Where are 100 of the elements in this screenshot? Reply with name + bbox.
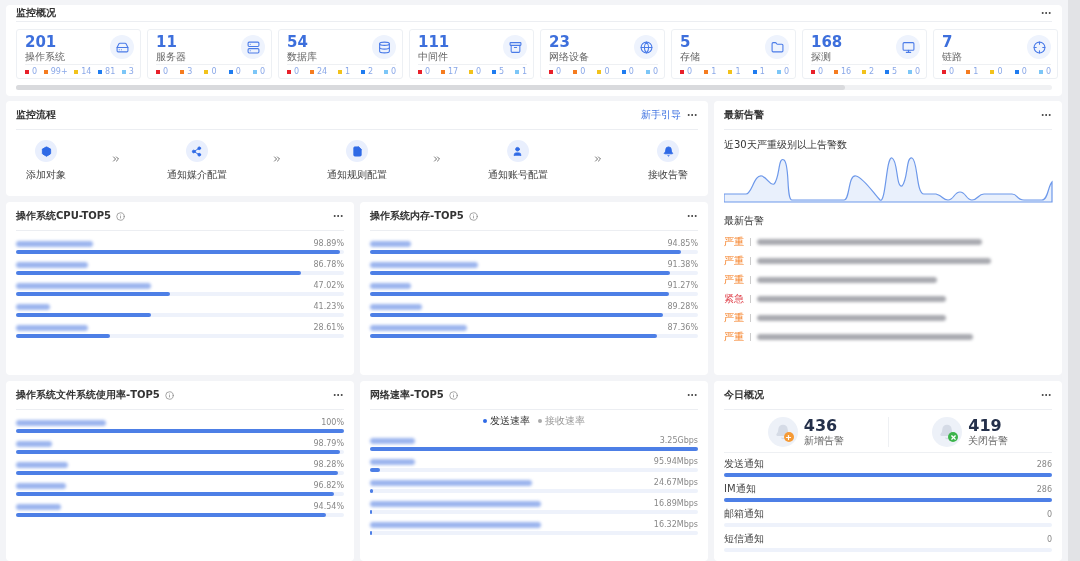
severity-label: 严重: [724, 272, 744, 287]
row-label: 短信通知: [724, 532, 764, 546]
severity-count: 5: [884, 67, 898, 76]
severity-count: 0: [1014, 67, 1027, 76]
bar-value: 87.36%: [667, 323, 698, 332]
category-icon: [241, 35, 265, 59]
severity-count: 0: [383, 67, 396, 76]
severity-count: 0: [228, 67, 241, 76]
step-icon[interactable]: [506, 140, 529, 162]
redacted-text: [16, 303, 50, 310]
severity-count: 1: [728, 67, 741, 76]
severity-count: 99+: [43, 67, 68, 76]
panel-title: 今日概况: [724, 388, 764, 402]
metric-card[interactable]: 168 探测 0 16 2 5 0: [802, 29, 927, 79]
metric-label: 网络设备: [549, 51, 589, 63]
list-title: 最新告警: [724, 214, 765, 228]
severity-count: 0: [621, 67, 634, 76]
row-label: 发送通知: [724, 457, 764, 471]
severity-count: 0: [418, 67, 431, 76]
row-value: 0: [1046, 509, 1052, 519]
metric-label: 服务器: [156, 51, 186, 63]
redacted-text: [16, 482, 66, 489]
severity-label: 紧急: [724, 291, 744, 306]
severity-count: 2: [862, 67, 875, 76]
row-value: 0: [1046, 534, 1052, 544]
info-icon: [448, 390, 458, 400]
step-icon[interactable]: [185, 140, 208, 162]
severity-count: 1: [514, 67, 527, 76]
metric-label: 操作系统: [25, 51, 65, 63]
severity-count: 1: [338, 67, 351, 76]
bar-value: 16.32Mbps: [653, 520, 698, 529]
guide-link[interactable]: 新手引导: [641, 108, 681, 122]
bar-value: 100%: [321, 418, 344, 427]
bell-icon: [932, 417, 963, 447]
category-icon: [372, 35, 396, 59]
panel-title: 操作系统CPU-TOP5: [16, 209, 112, 223]
step-icon[interactable]: [346, 140, 368, 162]
severity-label: 严重: [724, 234, 744, 249]
row-value: 286: [1036, 484, 1052, 494]
panel-title: 监控概况: [16, 6, 56, 20]
severity-count: 81: [98, 67, 116, 76]
severity-count: 3: [180, 67, 193, 76]
stat-count: 436: [803, 417, 839, 435]
bar-value: 28.61%: [313, 323, 344, 332]
step-icon[interactable]: [35, 140, 57, 162]
metric-card[interactable]: 23 网络设备 0 0 0 0 0: [540, 29, 665, 79]
bar-value: 3.25Gbps: [659, 436, 698, 445]
severity-count: 24: [309, 67, 328, 76]
metric-count: 168: [811, 33, 843, 51]
redacted-text: [370, 240, 411, 247]
severity-count: 0: [1038, 67, 1051, 76]
category-icon: [634, 35, 658, 59]
metric-card[interactable]: 111 中间件 0 17 0 5 1: [409, 29, 534, 79]
metric-card[interactable]: 201 操作系统 0 99+ 14 81 3: [16, 29, 141, 79]
info-icon: [164, 390, 174, 400]
severity-count: 0: [942, 67, 955, 76]
bar-value: 47.02%: [313, 281, 344, 290]
row-label: IM通知: [724, 482, 756, 496]
severity-count: 2: [360, 67, 374, 76]
metric-card[interactable]: 11 服务器 0 3 0 0 0: [147, 29, 272, 79]
bar-value: 94.54%: [313, 502, 344, 511]
bar-value: 96.82%: [313, 481, 344, 490]
severity-count: 0: [990, 67, 1003, 76]
info-icon: [116, 211, 126, 221]
severity-count: 16: [833, 67, 852, 76]
redacted-text: [16, 461, 68, 468]
step-label: 通知媒介配置: [166, 168, 227, 182]
bar-value: 41.23%: [313, 302, 344, 311]
metric-card[interactable]: 5 存储 0 1 1 1 0: [671, 29, 796, 79]
severity-count: 17: [440, 67, 459, 76]
scrollbar[interactable]: [16, 85, 1052, 90]
severity-count: 0: [680, 67, 693, 76]
bar-value: 95.94Mbps: [653, 457, 698, 466]
chevrons-icon: [111, 154, 122, 164]
metric-count: 23: [549, 33, 571, 51]
redacted-text: [16, 324, 88, 331]
metric-count: 7: [942, 33, 954, 51]
severity-count: 14: [74, 67, 92, 76]
metric-card[interactable]: 54 数据库 0 24 1 2 0: [278, 29, 403, 79]
severity-count: 0: [252, 67, 265, 76]
metric-label: 存储: [680, 51, 700, 63]
severity-count: 0: [907, 67, 920, 76]
step-label: 接收告警: [648, 168, 688, 182]
category-icon: [896, 35, 920, 59]
bar-value: 86.78%: [313, 260, 344, 269]
severity-count: 0: [776, 67, 789, 76]
severity-count: 0: [811, 67, 824, 76]
step-icon[interactable]: [657, 140, 679, 162]
severity-count: 0: [287, 67, 300, 76]
panel-title: 监控流程: [16, 108, 56, 122]
metric-card[interactable]: 7 链路 0 1 0 0 0: [933, 29, 1058, 79]
chevrons-icon: [592, 154, 603, 164]
metric-count: 54: [287, 33, 309, 51]
severity-count: 1: [966, 67, 979, 76]
step-label: 通知规则配置: [327, 168, 387, 182]
bar-value: 98.79%: [313, 439, 344, 448]
severity-count: 0: [597, 67, 610, 76]
legend-item[interactable]: 发送速率: [483, 414, 530, 428]
severity-label: 严重: [724, 329, 744, 344]
panel-title: 最新告警: [724, 108, 764, 122]
